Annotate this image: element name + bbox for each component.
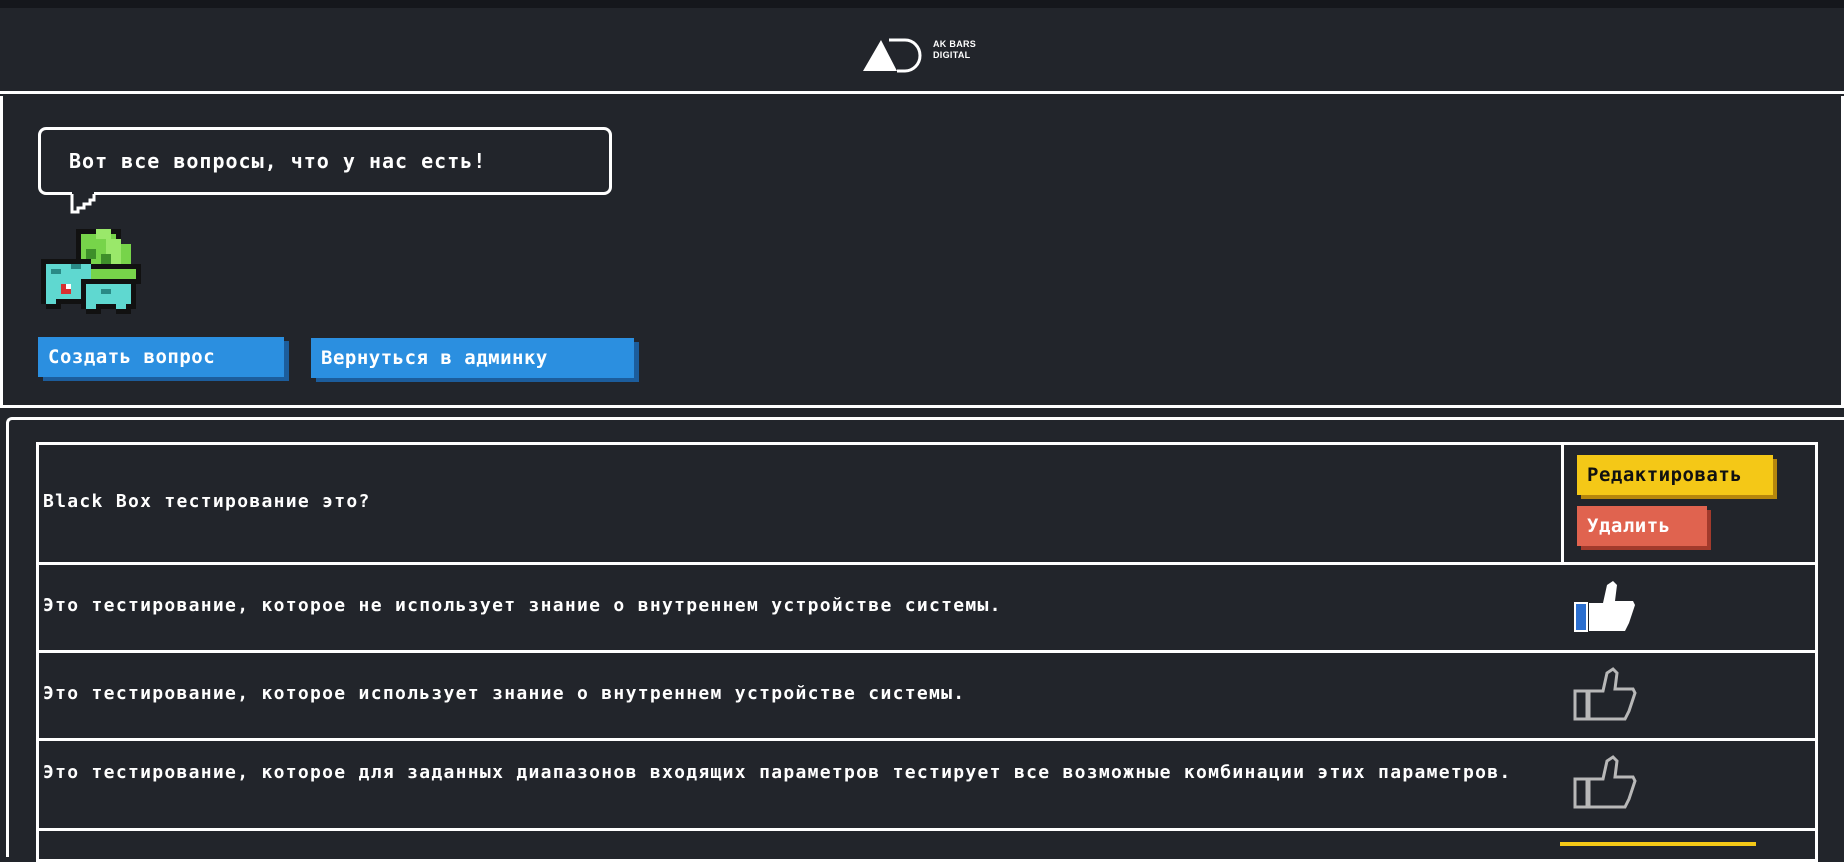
speech-bubble-tail-icon <box>70 192 96 214</box>
answer-text: Это тестирование, которое для заданных д… <box>43 762 1512 783</box>
answer-row: Это тестирование, которое для заданных д… <box>39 741 1815 831</box>
back-to-admin-button[interactable]: Вернуться в админку <box>311 338 634 378</box>
mascot-sprite-icon <box>41 229 141 314</box>
answer-text: Это тестирование, которое использует зна… <box>43 683 966 704</box>
column-divider <box>1561 445 1564 565</box>
thumbs-up-outline-icon[interactable] <box>1573 755 1639 811</box>
question-table: Black Box тестирование это? Редактироват… <box>36 442 1818 862</box>
top-strip <box>0 0 1844 8</box>
logo-text-line1: AK BARS <box>933 39 977 49</box>
edit-question-button[interactable]: Редактировать <box>1577 455 1773 495</box>
speech-bubble: Вот все вопросы, что у нас есть! <box>38 127 612 195</box>
next-edit-button-peek[interactable] <box>1560 842 1756 846</box>
answer-row: Это тестирование, которое не использует … <box>39 565 1815 653</box>
thumbs-up-outline-icon[interactable] <box>1573 667 1639 723</box>
delete-question-button[interactable]: Удалить <box>1577 506 1707 546</box>
thumbs-up-filled-icon[interactable] <box>1573 579 1639 635</box>
question-text: Black Box тестирование это? <box>43 491 371 512</box>
logo-text-line2: DIGITAL <box>933 50 971 60</box>
question-row: Black Box тестирование это? Редактироват… <box>39 445 1815 565</box>
logo-mark-icon <box>863 38 922 73</box>
answer-text: Это тестирование, которое не использует … <box>43 595 1002 616</box>
answer-row: Это тестирование, которое использует зна… <box>39 653 1815 741</box>
speech-bubble-text: Вот все вопросы, что у нас есть! <box>69 149 487 173</box>
site-header: AK BARS DIGITAL <box>0 8 1844 94</box>
create-question-button[interactable]: Создать вопрос <box>38 337 284 377</box>
ak-bars-digital-logo[interactable]: AK BARS DIGITAL <box>861 33 981 73</box>
logo-text: AK BARS DIGITAL <box>933 39 976 61</box>
